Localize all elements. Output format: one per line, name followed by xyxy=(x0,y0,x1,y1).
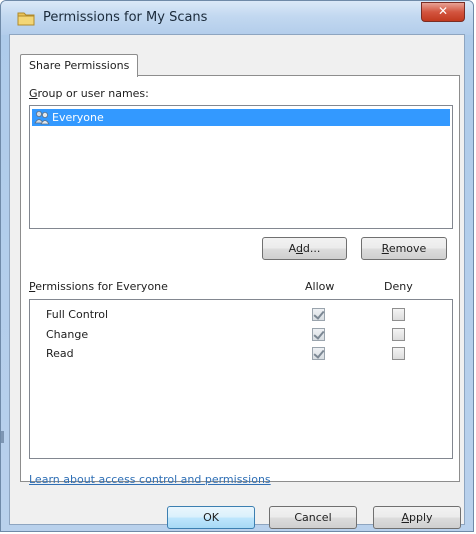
apply-button-text: pply xyxy=(409,511,433,524)
allow-read-checkbox[interactable] xyxy=(312,347,325,360)
shared-folder-icon xyxy=(17,12,35,26)
close-icon: ✕ xyxy=(437,4,449,18)
allow-change-checkbox[interactable] xyxy=(312,328,325,341)
permission-row: Full Control xyxy=(30,306,452,326)
remove-button-mnemonic: R xyxy=(381,242,389,255)
close-button[interactable]: ✕ xyxy=(421,2,465,22)
groups-list[interactable]: Everyone xyxy=(29,105,453,229)
tab-share-permissions[interactable]: Share Permissions xyxy=(20,54,139,77)
remove-button[interactable]: Remove xyxy=(361,237,447,260)
permissions-label-text: ermissions for Everyone xyxy=(35,280,168,293)
cancel-button[interactable]: Cancel xyxy=(269,506,357,529)
users-group-icon xyxy=(34,111,50,125)
apply-button-mnemonic: A xyxy=(401,511,409,524)
window-title: Permissions for My Scans xyxy=(43,10,208,25)
add-button[interactable]: Add... xyxy=(262,237,347,260)
add-button-text-a: A xyxy=(288,242,296,255)
permission-row: Read xyxy=(30,345,452,365)
remove-button-text: emove xyxy=(388,242,427,255)
permissions-dialog: Permissions for My Scans ✕ Share Permiss… xyxy=(0,0,474,532)
apply-button[interactable]: Apply xyxy=(373,506,461,529)
permission-name: Full Control xyxy=(46,308,109,321)
deny-read-checkbox[interactable] xyxy=(392,347,405,360)
deny-change-checkbox[interactable] xyxy=(392,328,405,341)
allow-column-header: Allow xyxy=(305,280,335,293)
groups-label-text: roup or user names: xyxy=(37,87,149,100)
list-item-label: Everyone xyxy=(52,111,104,124)
title-bar[interactable]: Permissions for My Scans ✕ xyxy=(1,1,473,35)
groups-label-mnemonic: G xyxy=(29,87,38,100)
allow-full-control-checkbox[interactable] xyxy=(312,308,325,321)
add-button-text-b: d... xyxy=(302,242,321,255)
access-control-help-link[interactable]: Learn about access control and permissio… xyxy=(29,473,271,486)
ok-button[interactable]: OK xyxy=(167,506,255,529)
list-item[interactable]: Everyone xyxy=(32,109,450,126)
permission-name: Read xyxy=(46,347,74,360)
deny-column-header: Deny xyxy=(384,280,413,293)
groups-label: Group or user names: xyxy=(29,87,149,100)
permissions-label: Permissions for Everyone xyxy=(29,280,168,293)
add-button-mnemonic: d xyxy=(295,242,303,255)
permission-row: Change xyxy=(30,326,452,346)
permission-name: Change xyxy=(46,328,89,341)
deny-full-control-checkbox[interactable] xyxy=(392,308,405,321)
permissions-list: Full Control Change Read xyxy=(29,299,453,459)
window-edge-marker xyxy=(1,431,4,443)
